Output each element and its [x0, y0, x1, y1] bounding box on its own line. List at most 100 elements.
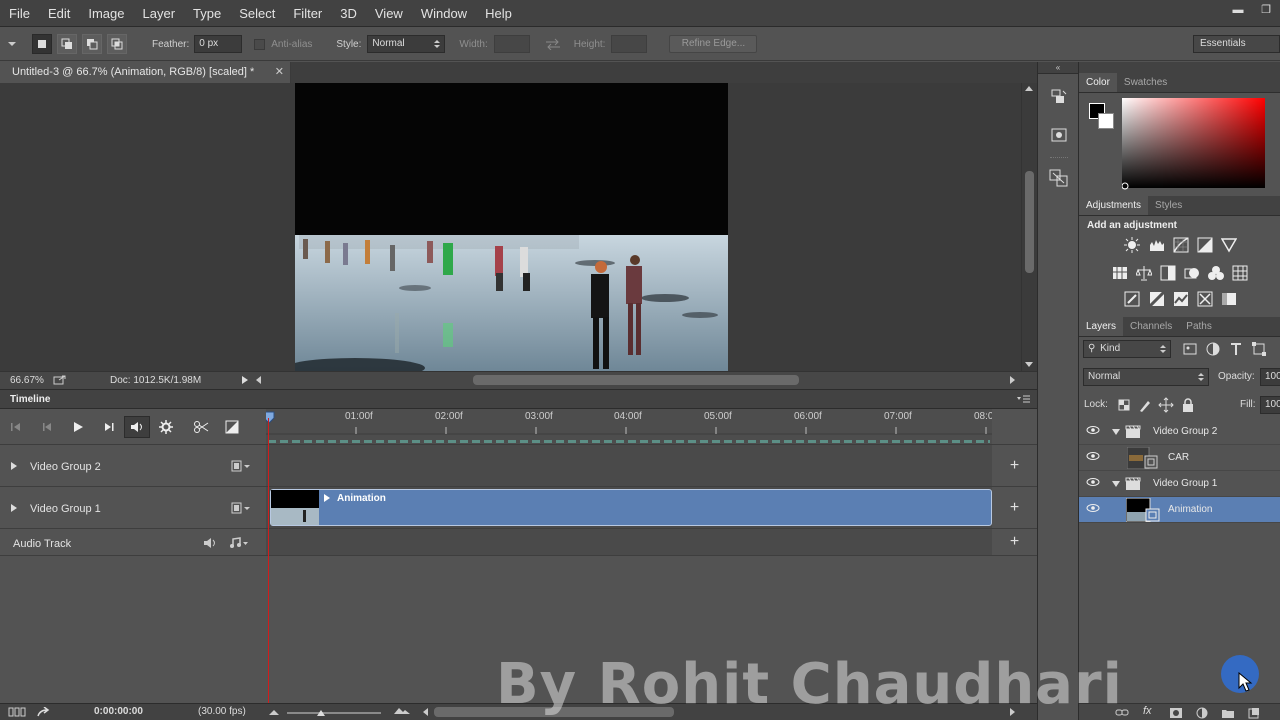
track-header-video-group-1[interactable]: Video Group 1 [0, 487, 266, 529]
color-lookup-icon[interactable] [1232, 265, 1248, 281]
expand-arrow-down-icon[interactable] [1112, 480, 1120, 488]
animation-clip[interactable]: Animation [270, 489, 992, 526]
layer-row-animation[interactable]: Animation [1079, 497, 1280, 523]
layer-row-car[interactable]: CAR [1079, 445, 1280, 471]
menu-layer[interactable]: Layer [134, 0, 185, 27]
background-color-swatch[interactable] [1098, 113, 1114, 129]
work-area-bar[interactable] [268, 440, 990, 443]
blend-mode-select[interactable]: Normal [1083, 368, 1209, 386]
track-header-audio[interactable]: Audio Track [0, 529, 266, 556]
new-layer-icon[interactable] [1247, 707, 1261, 719]
style-select[interactable]: Normal [367, 35, 446, 53]
filter-shape-layers-icon[interactable] [1251, 341, 1267, 357]
document-tab[interactable]: Untitled-3 @ 66.7% (Animation, RGB/8) [s… [0, 62, 291, 83]
menu-help[interactable]: Help [476, 0, 521, 27]
levels-icon[interactable] [1149, 237, 1165, 253]
subtract-selection-button[interactable] [82, 34, 102, 54]
fill-input[interactable]: 100 [1260, 396, 1280, 414]
tool-preset-picker[interactable] [0, 34, 24, 54]
width-input[interactable] [493, 35, 530, 53]
scroll-right-icon[interactable] [1010, 376, 1016, 384]
gradient-map-icon[interactable] [1221, 291, 1237, 307]
tab-adjustments[interactable]: Adjustments [1079, 196, 1149, 215]
menu-filter[interactable]: Filter [284, 0, 331, 27]
new-adjustment-layer-icon[interactable] [1195, 707, 1209, 719]
tab-channels[interactable]: Channels [1123, 317, 1179, 336]
add-selection-button[interactable] [57, 34, 77, 54]
convert-to-frame-animation-icon[interactable] [8, 707, 26, 717]
film-strip-icon[interactable] [231, 502, 251, 514]
selective-color-icon[interactable] [1197, 291, 1213, 307]
export-icon[interactable] [53, 375, 67, 385]
menu-edit[interactable]: Edit [39, 0, 79, 27]
tab-styles[interactable]: Styles [1148, 196, 1189, 215]
eye-icon[interactable] [1086, 477, 1100, 487]
invert-icon[interactable] [1124, 291, 1140, 307]
menu-view[interactable]: View [366, 0, 412, 27]
panel-menu-icon[interactable] [1017, 395, 1031, 405]
add-media-button[interactable]: + [992, 445, 1037, 487]
split-at-playhead-button[interactable] [185, 416, 216, 438]
feather-input[interactable]: 0 px [194, 35, 243, 53]
previous-frame-button[interactable] [31, 416, 62, 438]
playhead-line[interactable] [268, 418, 269, 720]
play-button[interactable] [62, 416, 93, 438]
posterize-icon[interactable] [1149, 291, 1165, 307]
brightness-contrast-icon[interactable] [1124, 237, 1140, 253]
transition-button[interactable] [216, 416, 247, 438]
render-video-icon[interactable] [37, 707, 51, 717]
vertical-scroll-thumb[interactable] [1025, 171, 1034, 273]
scroll-left-icon[interactable] [256, 376, 262, 384]
properties-icon[interactable] [1050, 126, 1068, 144]
menu-type[interactable]: Type [184, 0, 230, 27]
film-strip-icon[interactable] [231, 460, 251, 472]
playback-settings-button[interactable] [150, 416, 181, 438]
music-note-icon[interactable] [229, 537, 249, 549]
tab-color[interactable]: Color [1079, 73, 1117, 92]
lock-transparent-pixels-icon[interactable] [1116, 397, 1132, 413]
track-header-video-group-2[interactable]: Video Group 2 [0, 445, 266, 487]
new-selection-button[interactable] [32, 34, 52, 54]
channel-mixer-icon[interactable] [1208, 265, 1224, 281]
antialias-checkbox[interactable] [254, 38, 266, 50]
horizontal-scroll-thumb[interactable] [473, 375, 799, 385]
workspace-switcher[interactable]: Essentials [1193, 35, 1280, 53]
minimize-button[interactable]: ▬ [1228, 2, 1248, 18]
zoom-slider-thumb-icon[interactable] [316, 709, 326, 717]
expand-arrow-down-icon[interactable] [1112, 428, 1120, 436]
exposure-icon[interactable] [1197, 237, 1213, 253]
vibrance-icon[interactable] [1221, 237, 1237, 253]
lock-position-icon[interactable] [1158, 397, 1174, 413]
lock-all-icon[interactable] [1180, 397, 1196, 413]
opacity-input[interactable]: 100 [1260, 368, 1280, 386]
mute-audio-button[interactable] [124, 415, 150, 438]
next-frame-button[interactable] [93, 416, 124, 438]
zoom-in-mountain-icon[interactable] [393, 707, 411, 715]
track-body-video-group-1[interactable]: Animation [266, 487, 992, 529]
zoom-out-mountain-icon[interactable] [268, 708, 280, 716]
go-to-first-frame-button[interactable] [0, 416, 31, 438]
layer-row-video-group-2[interactable]: Video Group 2 [1079, 419, 1280, 445]
history-icon[interactable] [1050, 88, 1068, 106]
refine-edge-button[interactable]: Refine Edge... [669, 35, 758, 53]
filter-pixel-layers-icon[interactable] [1182, 341, 1198, 357]
color-spectrum-picker[interactable] [1122, 98, 1270, 190]
clone-source-icon[interactable] [1049, 169, 1069, 187]
photo-filter-icon[interactable] [1184, 265, 1200, 281]
eye-icon[interactable] [1086, 451, 1100, 461]
layer-kind-filter[interactable]: ⚲ Kind [1083, 340, 1171, 358]
lock-image-pixels-icon[interactable] [1137, 397, 1153, 413]
height-input[interactable] [611, 35, 648, 53]
tab-paths[interactable]: Paths [1179, 317, 1219, 336]
color-balance-icon[interactable] [1136, 265, 1152, 281]
speaker-icon[interactable] [203, 537, 217, 549]
menu-image[interactable]: Image [79, 0, 133, 27]
menu-file[interactable]: File [0, 0, 39, 27]
add-mask-icon[interactable] [1169, 707, 1183, 719]
status-menu-arrow-icon[interactable] [241, 375, 249, 385]
document-vertical-scrollbar[interactable] [1021, 83, 1037, 371]
scroll-left-icon[interactable] [423, 708, 429, 716]
menu-window[interactable]: Window [412, 0, 476, 27]
add-audio-button[interactable]: + [992, 529, 1037, 556]
zoom-level[interactable]: 66.67% [10, 375, 44, 386]
